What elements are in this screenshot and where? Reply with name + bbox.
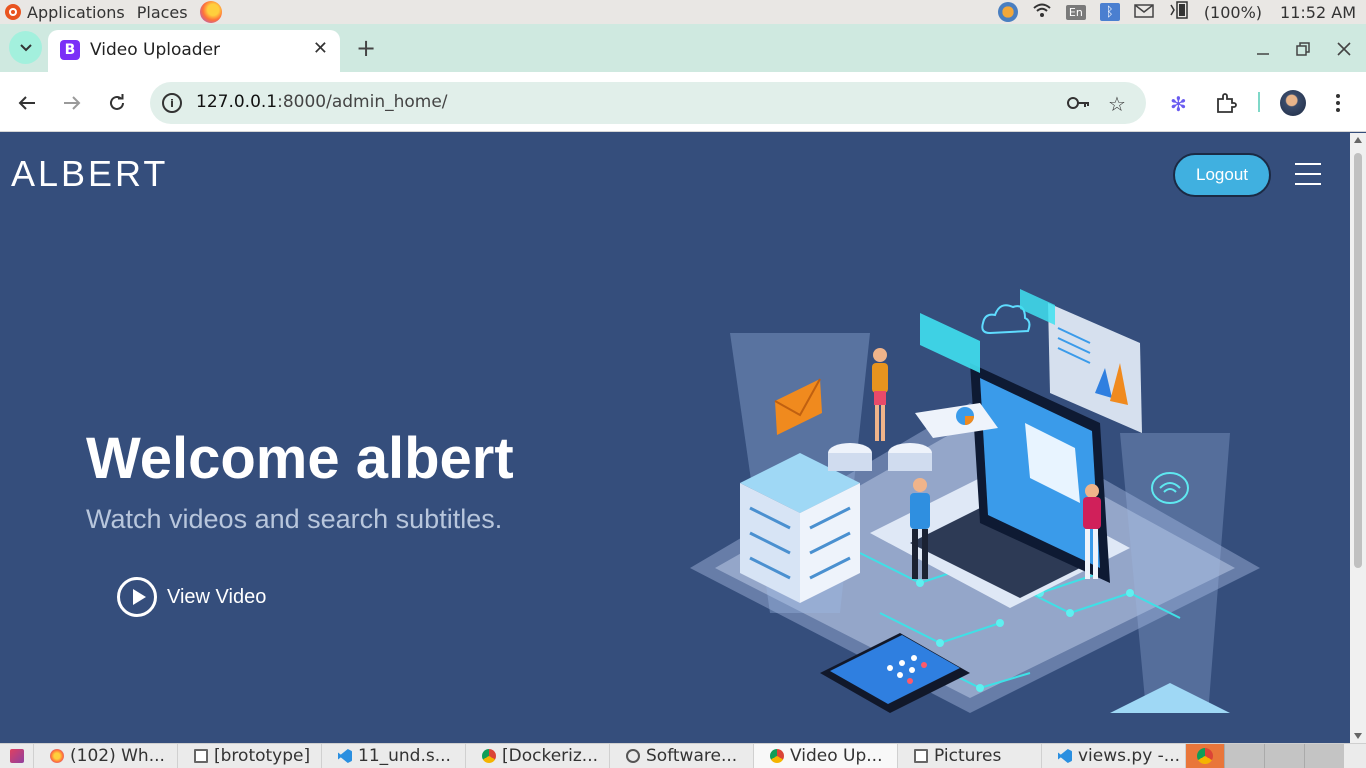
tab-search-button[interactable] — [9, 31, 42, 64]
taskbar-item-label: [brototype] — [214, 746, 311, 766]
taskbar-item-vscode[interactable]: 11_und.s... — [322, 743, 466, 768]
bookmark-star-icon[interactable]: ☆ — [1108, 92, 1126, 116]
chrome-icon — [482, 749, 496, 763]
minimize-window-icon[interactable] — [1252, 38, 1274, 60]
arrow-left-icon — [18, 96, 35, 110]
chrome-launcher-icon[interactable] — [1186, 743, 1224, 768]
scroll-down-arrow-icon[interactable] — [1354, 733, 1362, 739]
hero-illustration — [690, 289, 1260, 713]
window-icon — [914, 749, 928, 763]
taskbar-item-views-py[interactable]: views.py -... — [1042, 743, 1186, 768]
keyboard-language-indicator[interactable]: En — [1065, 4, 1086, 20]
battery-icon[interactable] — [1168, 1, 1190, 23]
firefox-icon — [50, 749, 64, 763]
network-globe-icon[interactable] — [997, 2, 1018, 22]
site-logo[interactable]: ALBERT — [11, 153, 168, 195]
scrollbar-thumb[interactable] — [1354, 153, 1362, 568]
workspace-switcher[interactable] — [1186, 743, 1366, 768]
clock[interactable]: 11:52 AM — [1280, 3, 1356, 22]
floating-panel-cyan — [920, 289, 1055, 373]
ubuntu-logo-icon[interactable] — [5, 4, 21, 20]
workspace-1[interactable] — [1224, 743, 1264, 768]
site-info-icon[interactable]: i — [162, 93, 182, 113]
tab-video-uploader[interactable]: B Video Uploader ✕ — [48, 30, 340, 72]
address-bar[interactable]: i 127.0.0.1:8000/admin_home/ ☆ — [150, 82, 1146, 124]
taskbar-item-label: Software... — [646, 746, 738, 766]
toolbar-divider — [1258, 92, 1260, 112]
chevron-down-icon — [19, 43, 32, 51]
browser-tab-strip: B Video Uploader ✕ + — [0, 24, 1366, 72]
logout-button[interactable]: Logout — [1173, 153, 1271, 197]
person-standing-top — [872, 348, 888, 441]
page-viewport: ALBERT Logout Welcome albert Watch video… — [0, 133, 1350, 743]
server-rack-right — [1110, 683, 1230, 713]
hero-subtitle: Watch videos and search subtitles. — [86, 504, 503, 534]
vscode-icon — [338, 749, 352, 763]
back-button[interactable] — [14, 90, 40, 116]
browser-menu-icon[interactable] — [1330, 90, 1346, 116]
server-rack-left — [740, 453, 860, 603]
restore-window-icon[interactable] — [1292, 38, 1314, 60]
os-top-bar: Applications Places En ᛒ (100%) 11:52 AM — [0, 0, 1366, 24]
places-menu[interactable]: Places — [137, 3, 188, 22]
hero-title: Welcome albert — [86, 426, 514, 491]
vscode-icon — [1058, 749, 1072, 763]
url-host: 127.0.0.1 — [196, 92, 278, 112]
battery-percentage: (100%) — [1203, 2, 1263, 22]
tab-close-icon[interactable]: ✕ — [313, 38, 328, 59]
workspace-2[interactable] — [1264, 743, 1304, 768]
taskbar-item-whatsapp[interactable]: (102) Wh... — [34, 743, 178, 768]
taskbar-item-label: views.py -... — [1078, 746, 1181, 766]
bootstrap-favicon-icon: B — [60, 40, 80, 60]
taskbar-item-brototype[interactable]: [brototype] — [178, 743, 322, 768]
light-beam-right — [1120, 433, 1230, 713]
bluetooth-icon[interactable]: ᛒ — [1099, 3, 1120, 21]
workspace-3[interactable] — [1304, 743, 1344, 768]
arrow-right-icon — [64, 96, 81, 110]
reload-icon — [110, 94, 124, 110]
taskbar-item-label: Video Up... — [790, 746, 883, 766]
url-path: :8000/admin_home/ — [277, 92, 448, 112]
tab-title: Video Uploader — [90, 40, 221, 60]
play-circle-icon — [117, 577, 157, 617]
firefox-launcher-icon[interactable] — [199, 1, 222, 23]
scroll-up-arrow-icon[interactable] — [1354, 137, 1362, 143]
close-window-icon[interactable] — [1333, 38, 1355, 60]
show-desktop-icon[interactable] — [0, 743, 34, 768]
hamburger-menu-icon[interactable] — [1295, 163, 1321, 185]
view-video-label: View Video — [167, 585, 267, 608]
browser-toolbar: i 127.0.0.1:8000/admin_home/ ☆ ✻ — [0, 72, 1366, 132]
taskbar-item-dockerize[interactable]: [Dockeriz... — [466, 743, 610, 768]
extensions-puzzle-icon[interactable] — [1215, 92, 1237, 118]
wifi-icon[interactable] — [1032, 2, 1052, 22]
taskbar-item-label: Pictures — [934, 746, 1002, 766]
taskbar-item-software[interactable]: Software... — [610, 743, 754, 768]
password-key-icon[interactable] — [1066, 94, 1090, 116]
taskbar-item-label: (102) Wh... — [70, 746, 165, 766]
taskbar-item-pictures[interactable]: Pictures — [898, 743, 1042, 768]
new-tab-button[interactable]: + — [352, 34, 380, 62]
page-scrollbar[interactable] — [1350, 133, 1366, 743]
extension-perplexity-icon[interactable]: ✻ — [1170, 92, 1187, 116]
view-video-link[interactable]: View Video — [117, 576, 266, 618]
forward-button[interactable] — [59, 90, 85, 116]
taskbar-item-label: [Dockeriz... — [502, 746, 599, 766]
mail-icon[interactable] — [1134, 3, 1154, 22]
taskbar-item-label: 11_und.s... — [358, 746, 451, 766]
chrome-icon — [770, 749, 784, 763]
window-icon — [194, 749, 208, 763]
software-center-icon — [626, 749, 640, 763]
taskbar-item-video-uploader[interactable]: Video Up... — [754, 743, 898, 768]
applications-menu[interactable]: Applications — [27, 3, 125, 22]
reload-button[interactable] — [104, 90, 130, 116]
os-taskbar: (102) Wh... [brototype] 11_und.s... [Doc… — [0, 743, 1366, 768]
profile-avatar[interactable] — [1280, 90, 1306, 116]
